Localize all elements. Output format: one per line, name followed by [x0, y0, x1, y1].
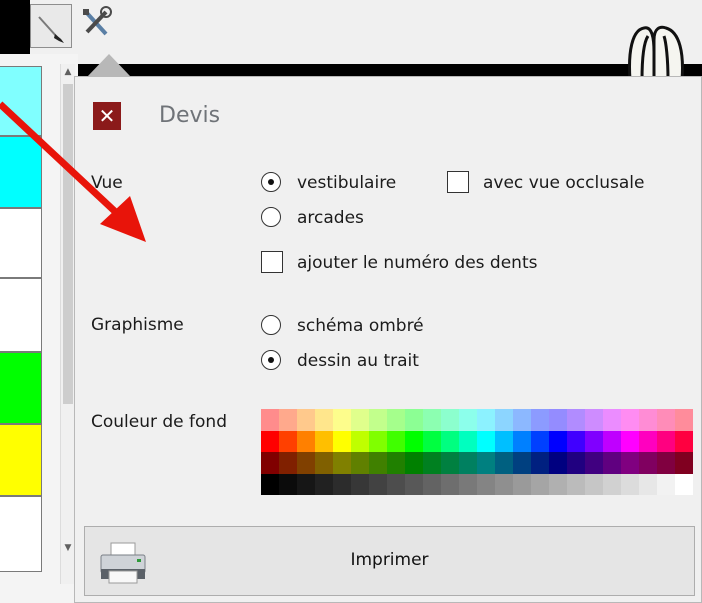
- screen: ▲ ▼ ✕ Devis Vue vestibulaire avec vue oc…: [0, 0, 702, 603]
- annotation-arrow-icon: [0, 101, 146, 242]
